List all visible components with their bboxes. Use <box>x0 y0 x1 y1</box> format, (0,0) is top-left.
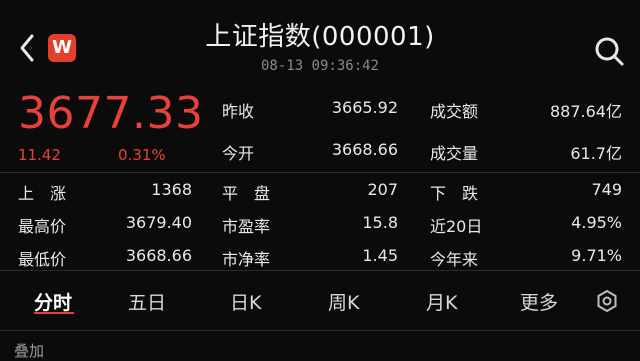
stat-label-ytd: 今年来 <box>430 250 479 269</box>
stat-label-pb: 市净率 <box>222 250 271 269</box>
stat-value-turnover: 887.64亿 <box>550 102 622 121</box>
page-title: 上证指数(000001) <box>205 22 435 52</box>
section-divider <box>0 270 640 271</box>
stat-value-20d: 4.95% <box>571 213 622 232</box>
stat-label-prev-close: 昨收 <box>222 102 255 121</box>
settings-icon <box>597 289 617 313</box>
tab-intraday[interactable]: 分时 <box>34 288 72 315</box>
stat-value-pe: 15.8 <box>362 213 398 232</box>
stat-label-flat: 平 盘 <box>222 184 271 203</box>
stat-value-open: 3668.66 <box>331 140 398 159</box>
overlay-button[interactable]: 叠加 <box>14 340 44 361</box>
price-change-percent: 0.31% <box>118 146 166 164</box>
chart-period-tabs: 分时 五日 日K 周K 月K 更多 <box>0 276 640 326</box>
search-icon <box>595 37 624 66</box>
stat-label-high: 最高价 <box>18 217 67 236</box>
tab-daily-k[interactable]: 日K <box>230 288 261 315</box>
stat-label-turnover: 成交额 <box>430 102 479 121</box>
stat-value-fall: 749 <box>591 180 622 199</box>
stat-label-open: 今开 <box>222 144 255 163</box>
stat-value-volume: 61.7亿 <box>570 144 622 163</box>
stat-label-volume: 成交量 <box>430 144 479 163</box>
quote-datetime: 08-13 09:36:42 <box>260 58 379 74</box>
price-change: 11.42 <box>18 146 61 164</box>
stat-label-fall: 下 跌 <box>430 184 479 203</box>
stat-value-prev-close: 3665.92 <box>331 98 398 117</box>
current-price: 3677.33 <box>18 88 204 139</box>
stat-value-ytd: 9.71% <box>571 246 622 265</box>
stat-label-rise: 上 涨 <box>18 184 67 203</box>
tab-five-day[interactable]: 五日 <box>128 288 166 315</box>
stat-label-low: 最低价 <box>18 250 67 269</box>
stat-label-pe: 市盈率 <box>222 217 271 236</box>
stat-value-low: 3668.66 <box>125 246 192 265</box>
active-tab-indicator <box>34 312 74 314</box>
stat-label-20d: 近20日 <box>430 217 483 236</box>
stat-value-rise: 1368 <box>151 180 192 199</box>
stat-value-flat: 207 <box>367 180 398 199</box>
top-bar: W 上证指数(000001) 08-13 09:36:42 <box>0 0 640 84</box>
search-button[interactable] <box>592 34 626 68</box>
tab-monthly-k[interactable]: 月K <box>426 288 457 315</box>
stat-value-pb: 1.45 <box>362 246 398 265</box>
section-divider <box>0 172 640 173</box>
stat-value-high: 3679.40 <box>125 213 192 232</box>
tab-weekly-k[interactable]: 周K <box>328 288 359 315</box>
section-divider <box>0 330 640 331</box>
chart-settings-button[interactable] <box>596 289 618 313</box>
tab-more[interactable]: 更多 <box>520 288 558 315</box>
